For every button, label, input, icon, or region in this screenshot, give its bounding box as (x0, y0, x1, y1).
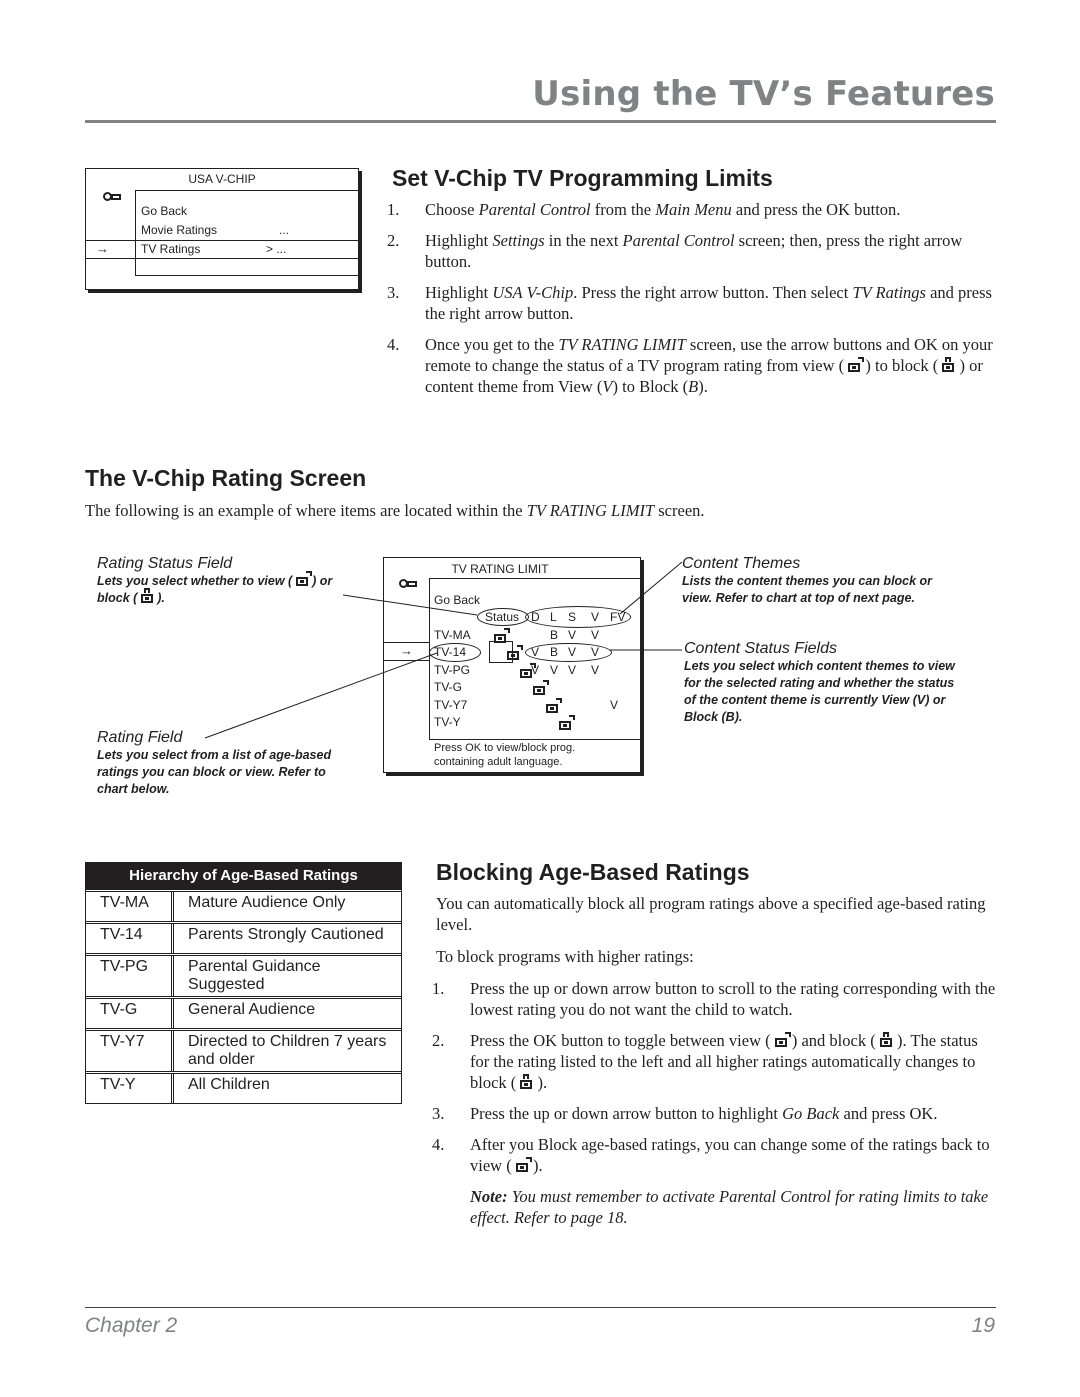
hierarchy-title: Hierarchy of Age-Based Ratings (86, 863, 401, 889)
blocking-heading: Blocking Age-Based Ratings (436, 859, 750, 885)
footer-rule (85, 1307, 996, 1308)
blocking-step: 4. After you Block age-based ratings, you… (432, 1135, 990, 1175)
footer-chapter: Chapter 2 (85, 1314, 178, 1337)
hierarchy-rating: TV-G (86, 999, 174, 1028)
hierarchy-row: TV-Y7 Directed to Children 7 years and ol… (86, 1028, 401, 1071)
hierarchy-rating: TV-14 (86, 924, 174, 953)
blocking-note: Note: You must remember to activate Pare… (470, 1187, 989, 1227)
hierarchy-description: Mature Audience Only (188, 894, 346, 911)
hierarchy-row: TV-PG Parental Guidance Suggested (86, 953, 401, 996)
leader-rating-status (342, 594, 478, 616)
leader-content-themes (619, 561, 683, 615)
hierarchy-rating: TV-PG (86, 956, 174, 996)
hierarchy-description: Directed to Children 7 years and older (188, 1033, 387, 1068)
hierarchy-table: Hierarchy of Age-Based Ratings TV-MA Matu… (85, 862, 402, 1104)
view-unlocked-icon (515, 1157, 532, 1172)
block-locked-icon (520, 1074, 533, 1089)
block-locked-icon (879, 1032, 893, 1047)
hierarchy-row: TV-MA Mature Audience Only (86, 889, 401, 921)
blocking-step: 2. Press the OK button to toggle between … (432, 1031, 978, 1092)
blocking-steps: 1. Press the up or down arrow button to s… (432, 978, 996, 1176)
blocking-intro: You can automatically block all program … (436, 894, 986, 934)
hierarchy-row: TV-G General Audience (86, 996, 401, 1028)
hierarchy-description: Parents Strongly Cautioned (188, 926, 384, 943)
hierarchy-row: TV-14 Parents Strongly Cautioned (86, 921, 401, 953)
view-unlocked-icon (774, 1032, 791, 1047)
blocking-step: 3. Press the up or down arrow button to h… (432, 1104, 938, 1123)
hierarchy-description: All Children (188, 1076, 270, 1093)
hierarchy-rating: TV-MA (86, 892, 174, 921)
hierarchy-description: General Audience (188, 1001, 316, 1018)
blocking-lead: To block programs with higher ratings: (436, 947, 694, 966)
hierarchy-description: Parental Guidance Suggested (188, 958, 321, 993)
blocking-step: 1. Press the up or down arrow button to s… (432, 979, 996, 1019)
hierarchy-rating: TV-Y7 (86, 1031, 174, 1071)
page-number: 19 (971, 1314, 995, 1337)
hierarchy-rating: TV-Y (86, 1074, 174, 1103)
leader-rating-field (204, 652, 438, 739)
blocking-section: You can automatically block all program … (432, 893, 996, 1228)
hierarchy-row: TV-Y All Children (86, 1071, 401, 1103)
